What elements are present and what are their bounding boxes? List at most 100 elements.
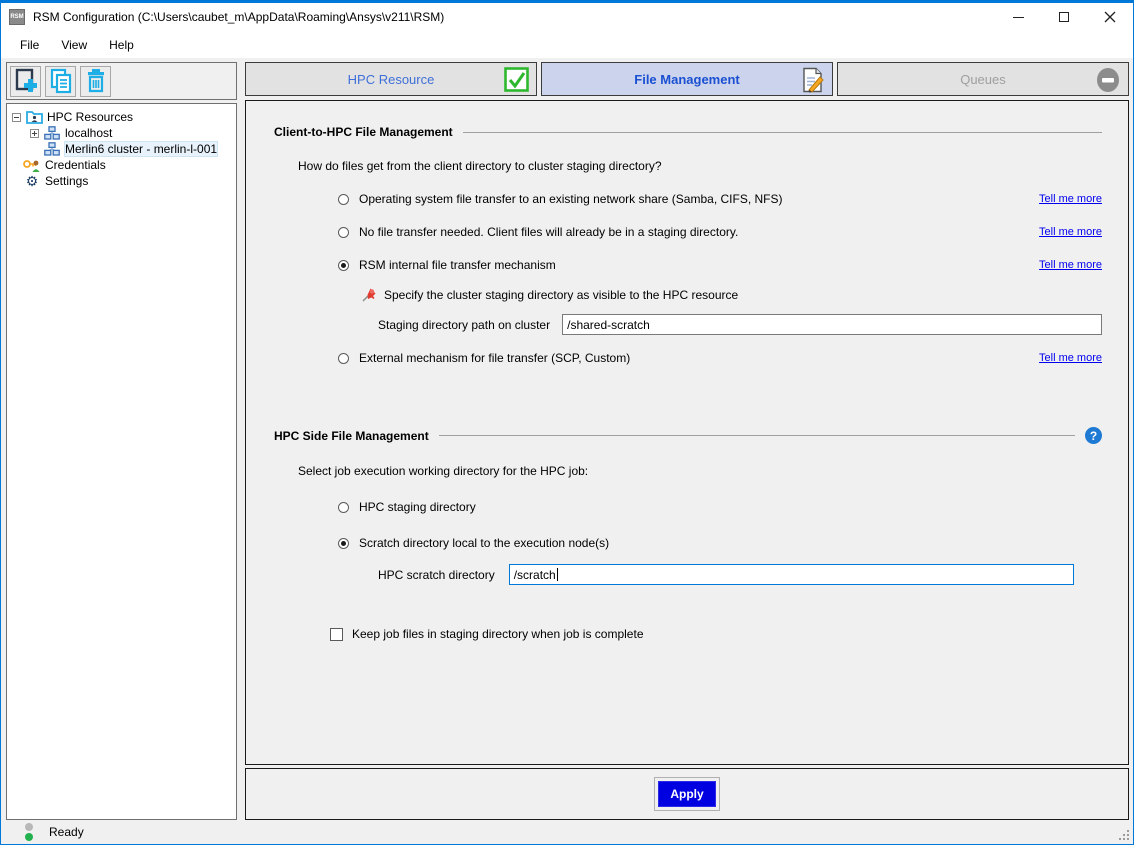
- tree-item-label: Merlin6 cluster - merlin-l-001: [65, 142, 217, 156]
- staging-directory-input[interactable]: /shared-scratch: [562, 314, 1102, 335]
- keep-files-label: Keep job files in staging directory when…: [352, 627, 644, 641]
- expand-icon[interactable]: [30, 129, 39, 138]
- window-title: RSM Configuration (C:\Users\caubet_m\App…: [33, 10, 444, 24]
- tab-hpc-resource[interactable]: HPC Resource: [245, 62, 537, 96]
- option-hpc-staging: HPC staging directory: [338, 500, 1102, 514]
- maximize-icon: [1059, 12, 1069, 22]
- tree-item-settings[interactable]: ⚙ Settings: [9, 173, 234, 189]
- close-icon: [1104, 11, 1116, 23]
- tab-queues[interactable]: Queues: [837, 62, 1129, 96]
- tell-me-more-link[interactable]: Tell me more: [1039, 352, 1102, 364]
- minimize-icon: [1013, 17, 1024, 18]
- hpc-scratch-directory-input[interactable]: /scratch: [509, 564, 1074, 585]
- option-external-mechanism: External mechanism for file transfer (SC…: [338, 351, 1102, 365]
- pushpin-icon: [362, 287, 377, 302]
- hpc-section-header: HPC Side File Management ?: [274, 427, 1102, 444]
- minimize-button[interactable]: [995, 3, 1041, 31]
- option-label: RSM internal file transfer mechanism: [359, 258, 556, 272]
- copy-resource-button[interactable]: [45, 66, 76, 97]
- window-controls: [995, 3, 1133, 31]
- radio-rsm-internal[interactable]: [338, 260, 349, 271]
- pin-note-text: Specify the cluster staging directory as…: [384, 288, 738, 302]
- scratch-directory-value: /scratch: [514, 568, 556, 582]
- status-dot-ready: [25, 833, 33, 841]
- option-os-file-transfer: Operating system file transfer to an exi…: [338, 192, 1102, 206]
- option-rsm-internal: RSM internal file transfer mechanism Tel…: [338, 258, 1102, 272]
- scratch-directory-label: HPC scratch directory: [378, 568, 495, 582]
- tab-file-management[interactable]: File Management: [541, 62, 833, 96]
- keep-files-checkbox[interactable]: [330, 628, 343, 641]
- tree-item-localhost[interactable]: localhost: [9, 125, 234, 141]
- credentials-icon: [23, 158, 41, 173]
- app-window: RSM RSM Configuration (C:\Users\caubet_m…: [0, 0, 1134, 845]
- section-title: HPC Side File Management: [274, 429, 429, 443]
- hpc-question: Select job execution working directory f…: [298, 464, 1102, 478]
- section-rule: [463, 132, 1102, 133]
- staging-directory-label: Staging directory path on cluster: [378, 318, 550, 332]
- cluster-icon: [43, 142, 61, 157]
- option-label: Operating system file transfer to an exi…: [359, 192, 783, 206]
- collapse-icon[interactable]: [12, 113, 21, 122]
- status-text: Ready: [49, 825, 84, 839]
- radio-no-transfer[interactable]: [338, 227, 349, 238]
- tree-item-merlin6-cluster[interactable]: Merlin6 cluster - merlin-l-001: [9, 141, 234, 157]
- menu-file[interactable]: File: [9, 34, 50, 56]
- hpc-resources-folder-icon: [25, 110, 43, 125]
- close-button[interactable]: [1087, 3, 1133, 31]
- copy-icon: [49, 68, 73, 94]
- tree-item-label: Settings: [45, 174, 88, 188]
- title-bar: RSM RSM Configuration (C:\Users\caubet_m…: [1, 3, 1133, 31]
- tab-label: HPC Resource: [348, 72, 435, 87]
- radio-scratch-local[interactable]: [338, 538, 349, 549]
- right-panel: HPC Resource File Management: [245, 62, 1129, 820]
- resize-grip[interactable]: [1127, 838, 1129, 840]
- option-label: HPC staging directory: [359, 500, 476, 514]
- left-panel: HPC Resources localhost: [6, 62, 237, 820]
- menu-view[interactable]: View: [50, 34, 98, 56]
- client-question: How do files get from the client directo…: [298, 159, 1102, 173]
- option-label: No file transfer needed. Client files wi…: [359, 225, 738, 239]
- radio-os-file-transfer[interactable]: [338, 194, 349, 205]
- file-management-panel: Client-to-HPC File Management How do fil…: [245, 100, 1129, 765]
- menu-help[interactable]: Help: [98, 34, 145, 56]
- option-scratch-local: Scratch directory local to the execution…: [338, 536, 1102, 550]
- staging-pin-note: Specify the cluster staging directory as…: [362, 287, 1102, 302]
- section-rule: [439, 435, 1075, 436]
- toolbar: [6, 62, 237, 100]
- edit-document-icon: [800, 67, 825, 96]
- maximize-button[interactable]: [1041, 3, 1087, 31]
- text-caret: [557, 568, 558, 581]
- checkmark-icon: [504, 67, 529, 95]
- staging-directory-value: /shared-scratch: [567, 318, 650, 332]
- gear-icon: ⚙: [23, 174, 41, 189]
- add-resource-button[interactable]: [10, 66, 41, 97]
- option-no-transfer: No file transfer needed. Client files wi…: [338, 225, 1102, 239]
- apply-button-frame: Apply: [654, 777, 720, 811]
- tree-item-label: localhost: [65, 126, 112, 140]
- delete-icon: [84, 68, 108, 94]
- staging-directory-row: Staging directory path on cluster /share…: [378, 314, 1102, 335]
- tell-me-more-link[interactable]: Tell me more: [1039, 226, 1102, 238]
- main-area: HPC Resources localhost: [1, 58, 1133, 820]
- delete-resource-button[interactable]: [80, 66, 111, 97]
- tree-item-label: HPC Resources: [47, 110, 133, 124]
- tell-me-more-link[interactable]: Tell me more: [1039, 193, 1102, 205]
- tab-label: Queues: [960, 72, 1006, 87]
- action-bar: Apply: [245, 768, 1129, 820]
- tab-bar: HPC Resource File Management: [245, 62, 1129, 96]
- section-title: Client-to-HPC File Management: [274, 125, 453, 139]
- minus-circle-icon: [1095, 67, 1121, 96]
- status-bar: Ready: [1, 820, 1133, 844]
- keep-files-row: Keep job files in staging directory when…: [330, 627, 1102, 641]
- tree-item-credentials[interactable]: Credentials: [9, 157, 234, 173]
- radio-hpc-staging[interactable]: [338, 502, 349, 513]
- help-icon[interactable]: ?: [1085, 427, 1102, 444]
- app-icon: RSM: [9, 9, 25, 25]
- scratch-directory-row: HPC scratch directory /scratch: [378, 564, 1074, 585]
- apply-button[interactable]: Apply: [658, 781, 716, 807]
- tell-me-more-link[interactable]: Tell me more: [1039, 259, 1102, 271]
- tab-label: File Management: [634, 72, 739, 87]
- tree-item-hpc-resources[interactable]: HPC Resources: [9, 109, 234, 125]
- radio-external-mechanism[interactable]: [338, 353, 349, 364]
- add-icon: [14, 68, 38, 94]
